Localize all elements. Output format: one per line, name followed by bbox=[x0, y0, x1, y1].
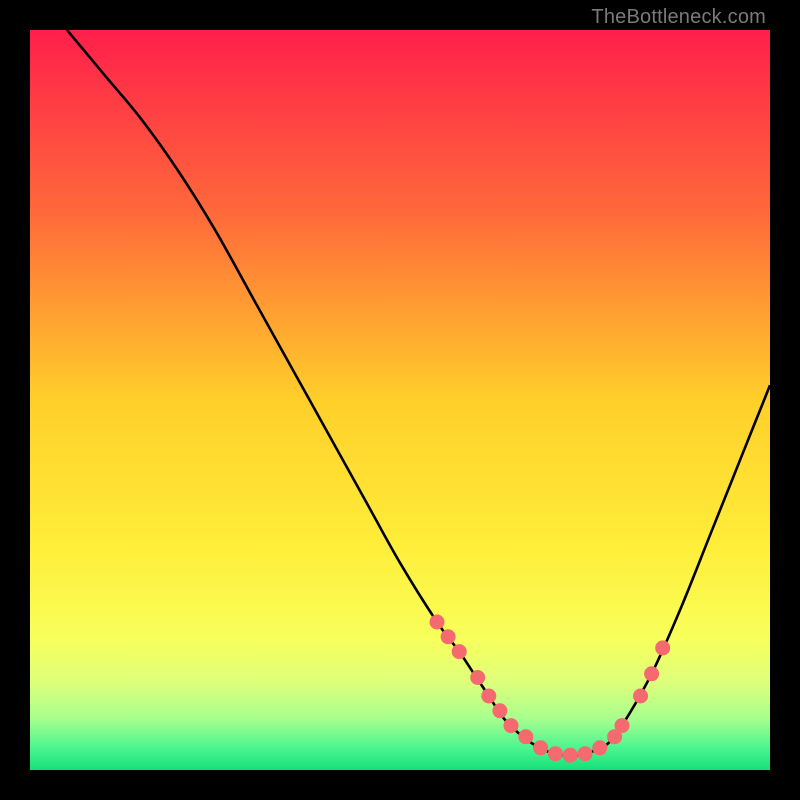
curve-marker bbox=[548, 746, 563, 761]
curve-marker bbox=[470, 670, 485, 685]
curve-marker bbox=[592, 740, 607, 755]
bottleneck-chart bbox=[30, 30, 770, 770]
curve-marker bbox=[481, 689, 496, 704]
curve-marker bbox=[578, 746, 593, 761]
curve-marker bbox=[655, 640, 670, 655]
curve-marker bbox=[441, 629, 456, 644]
curve-marker bbox=[644, 666, 659, 681]
attribution-text: TheBottleneck.com bbox=[591, 6, 766, 29]
curve-marker bbox=[563, 748, 578, 763]
chart-frame bbox=[30, 30, 770, 770]
curve-marker bbox=[492, 703, 507, 718]
curve-marker bbox=[633, 689, 648, 704]
curve-marker bbox=[452, 644, 467, 659]
curve-marker bbox=[518, 729, 533, 744]
curve-marker bbox=[533, 740, 548, 755]
curve-marker bbox=[615, 718, 630, 733]
curve-marker bbox=[504, 718, 519, 733]
curve-marker bbox=[430, 615, 445, 630]
